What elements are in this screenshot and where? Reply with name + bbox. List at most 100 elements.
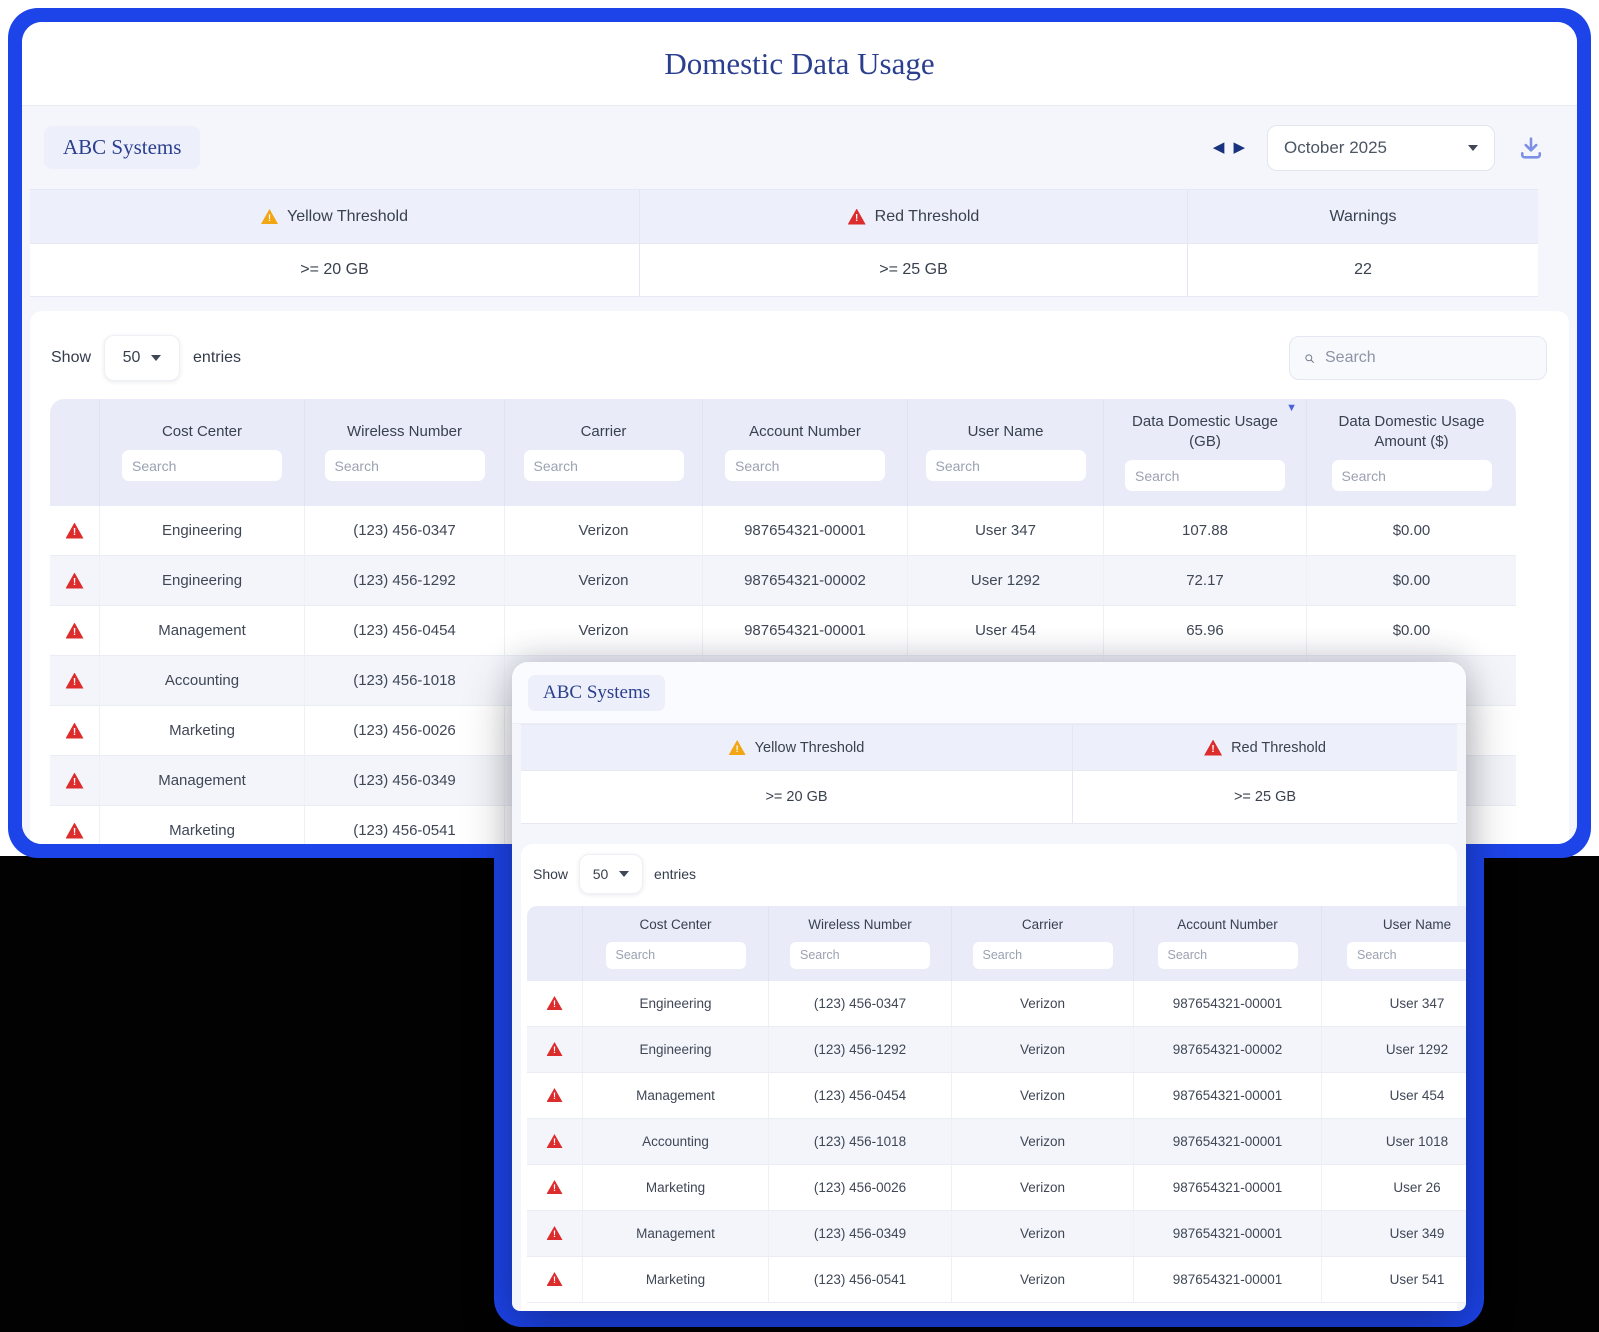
table-row: Marketing(123) 456-0026Verizon987654321-… [527, 1164, 1466, 1211]
column-search-input[interactable] [790, 941, 930, 969]
threshold-header-row: Yellow Threshold Red Threshold Warnings [30, 189, 1538, 244]
column-search-input[interactable] [1331, 460, 1492, 491]
table-row: Management(123) 456-0454Verizon987654321… [527, 1072, 1466, 1119]
cell-wireless_number: (123) 456-0026 [305, 706, 505, 755]
sort-desc-icon[interactable]: ▼ [1286, 402, 1297, 414]
red-warning-icon [847, 208, 866, 225]
cell-usage_gb: 72.17 [1104, 556, 1307, 605]
cell-warning [50, 506, 100, 555]
download-button[interactable] [1517, 134, 1545, 162]
column-header-usage_gb: Data Domestic Usage (GB) ▼ [1104, 399, 1307, 506]
table-row: Management(123) 456-0349Verizon987654321… [527, 1210, 1466, 1257]
column-search-input[interactable] [972, 941, 1113, 969]
cell-wireless_number: (123) 456-1018 [305, 656, 505, 705]
composite-screenshot: Domestic Data Usage ABC Systems ◀ ▶ Octo… [0, 0, 1599, 1332]
cell-warning [527, 1256, 583, 1302]
red-threshold-value: >= 25 GB [640, 244, 1188, 296]
warning-icon [65, 772, 84, 789]
red-threshold-label: Red Threshold [1231, 739, 1326, 756]
column-search-input[interactable] [1347, 941, 1466, 969]
column-header-wireless_number: Wireless Number [305, 399, 505, 506]
warning-icon [546, 1042, 563, 1057]
cell-warning [50, 756, 100, 805]
threshold-table: Yellow Threshold Red Threshold Warnings … [30, 189, 1538, 297]
column-header-account_number: Account Number [703, 399, 908, 506]
cell-cost_center: Engineering [100, 556, 305, 605]
column-header-wireless_number: Wireless Number [769, 906, 952, 981]
column-label: Wireless Number [808, 917, 912, 932]
chevron-down-icon [151, 355, 162, 361]
cell-user_name: User 541 [1389, 1271, 1445, 1287]
column-search-input[interactable] [1125, 460, 1285, 491]
column-label: Data Domestic Usage Amount ($) [1338, 413, 1485, 450]
cell-wireless_number: (123) 456-0347 [769, 980, 952, 1026]
warning-icon [65, 672, 84, 689]
warning-icon [546, 996, 563, 1011]
month-controls: ◀ ▶ October 2025 [1213, 124, 1545, 171]
chevron-down-icon [1468, 144, 1478, 151]
cell-cost_center: Marketing [583, 1164, 769, 1210]
column-search-input[interactable] [523, 450, 684, 482]
chevron-down-icon [619, 871, 630, 877]
warning-icon [546, 1180, 563, 1195]
column-label: Wireless Number [346, 422, 463, 440]
column-header-carrier: Carrier [505, 399, 703, 506]
cell-carrier: Verizon [952, 980, 1134, 1026]
column-search-input[interactable] [1157, 941, 1298, 969]
cell-cost_center: Management [100, 756, 305, 805]
page-size-selector[interactable]: 50 [579, 854, 644, 894]
cell-cost_center: Engineering [583, 1026, 769, 1072]
cell-warning [527, 1026, 583, 1072]
next-month-button[interactable]: ▶ [1233, 140, 1245, 155]
download-icon [1520, 136, 1542, 159]
table-row: Engineering(123) 456-0347Verizon98765432… [50, 506, 1516, 556]
table-row: Accounting(123) 456-1018Verizon987654321… [527, 1118, 1466, 1165]
cell-usage_gb: 65.96 [1104, 606, 1307, 655]
cell-account_number: 987654321-00001 [1134, 1256, 1322, 1302]
threshold-value-row: >= 20 GB >= 25 GB [521, 771, 1457, 824]
table-search[interactable] [1289, 336, 1547, 380]
page-size-control: Show 50 entries [521, 844, 1457, 906]
yellow-threshold-header: Yellow Threshold [30, 190, 640, 243]
warnings-count: 22 [1188, 244, 1538, 296]
column-header-icon [527, 906, 583, 981]
overlay-usage-table: Cost Center Wireless Number Carrier Account… [527, 906, 1466, 1303]
search-icon [1305, 353, 1314, 363]
column-label: Account Number [749, 422, 861, 440]
column-header-usage_amount: Data Domestic Usage Amount ($) [1307, 399, 1516, 506]
entries-label: entries [193, 349, 242, 366]
column-search-input[interactable] [122, 450, 282, 482]
cell-usage_gb: 107.88 [1104, 506, 1307, 555]
cell-warning [527, 1210, 583, 1256]
previous-month-button[interactable]: ◀ [1213, 140, 1225, 155]
column-label: Data Domestic Usage (GB) [1132, 413, 1278, 450]
cell-warning [50, 606, 100, 655]
month-selector[interactable]: October 2025 [1267, 124, 1495, 171]
cell-cost_center: Marketing [100, 706, 305, 755]
column-header-icon [50, 399, 100, 506]
page-size-control: Show 50 entries [51, 335, 241, 381]
warning-icon [65, 722, 84, 739]
column-label: Cost Center [161, 422, 243, 440]
cell-user_name: User 347 [1389, 995, 1445, 1011]
table-search-input[interactable] [1325, 349, 1532, 367]
column-label: Account Number [1177, 917, 1278, 932]
cell-carrier: Verizon [952, 1026, 1134, 1072]
yellow-threshold-label: Yellow Threshold [754, 739, 865, 756]
column-label: User Name [1382, 917, 1452, 932]
cell-user_name: User 347 [908, 506, 1104, 555]
page-size-selector[interactable]: 50 [104, 335, 181, 381]
cell-user_name: User 454 [1389, 1087, 1445, 1103]
show-label: Show [51, 349, 92, 366]
column-search-input[interactable] [324, 450, 485, 482]
cell-user_name: User 1292 [1385, 1041, 1449, 1057]
entries-label: entries [654, 866, 697, 882]
cell-wireless_number: (123) 456-1292 [305, 556, 505, 605]
cell-warning [527, 1118, 583, 1164]
warning-icon [546, 1226, 563, 1241]
column-search-input[interactable] [725, 450, 885, 482]
column-search-input[interactable] [605, 941, 746, 969]
column-search-input[interactable] [925, 450, 1086, 482]
table-row: Engineering(123) 456-1292Verizon98765432… [527, 1026, 1466, 1073]
